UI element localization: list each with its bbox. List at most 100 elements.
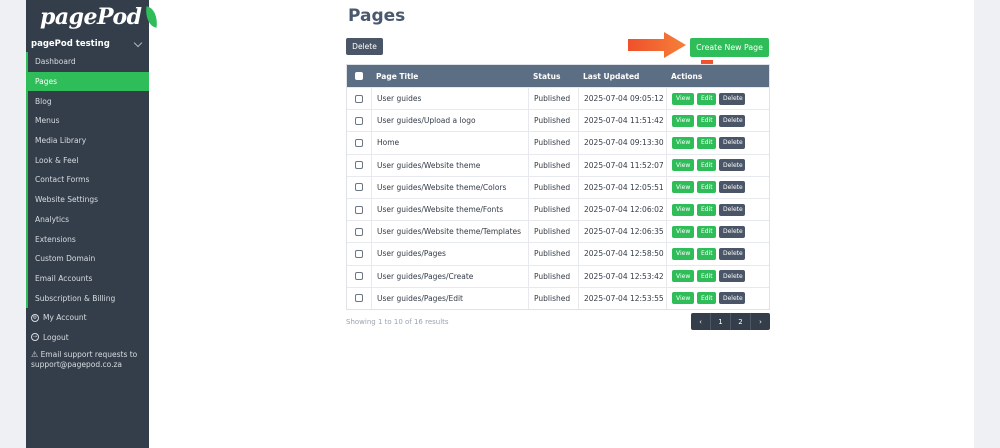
logo[interactable]: pagePod: [40, 2, 159, 32]
status-cell: Published: [528, 198, 578, 221]
delete-button[interactable]: Delete: [719, 92, 745, 105]
table-header: Page Title Status Last Updated Actions: [347, 65, 769, 87]
gear-icon: ⚙: [31, 313, 39, 322]
view-button[interactable]: View: [672, 136, 694, 149]
status-cell: Published: [528, 154, 578, 176]
create-new-page-button[interactable]: Create New Page: [690, 38, 769, 57]
actions-cell: View Edit Delete: [666, 221, 769, 243]
view-button[interactable]: View: [672, 159, 694, 172]
sidebar-item-analytics[interactable]: Analytics: [26, 209, 149, 230]
view-button[interactable]: View: [672, 270, 694, 283]
edit-button[interactable]: Edit: [697, 292, 716, 305]
table-row: User guides/Website theme/Colors Publishe…: [347, 175, 769, 198]
row-checkbox[interactable]: [355, 94, 363, 103]
view-button[interactable]: View: [672, 292, 694, 305]
page-title-cell: User guides: [371, 88, 528, 110]
edit-button[interactable]: Edit: [697, 136, 716, 149]
page-1-button[interactable]: 1: [711, 313, 731, 330]
actions-cell: View Edit Delete: [666, 132, 769, 154]
row-checkbox[interactable]: [355, 138, 363, 147]
delete-button[interactable]: Delete: [719, 270, 745, 283]
row-checkbox[interactable]: [355, 116, 363, 125]
delete-button[interactable]: Delete: [719, 136, 745, 149]
delete-button[interactable]: Delete: [719, 292, 745, 305]
sidebar-item-menus[interactable]: Menus: [26, 111, 149, 131]
page-title-cell: User guides/Upload a logo: [371, 110, 528, 132]
edit-button[interactable]: Edit: [697, 270, 716, 283]
status-cell: Published: [528, 88, 578, 110]
edit-button[interactable]: Edit: [697, 92, 716, 105]
updated-cell: 2025-07-04 12:05:51: [578, 176, 666, 198]
page-title-cell: User guides/Pages/Create: [371, 265, 528, 287]
page-title-cell: User guides/Pages/Edit: [371, 287, 528, 309]
actions-cell: View Edit Delete: [666, 176, 769, 198]
edit-button[interactable]: Edit: [697, 247, 716, 260]
row-checkbox[interactable]: [355, 294, 363, 303]
arrow-right-icon: [628, 32, 686, 58]
delete-button[interactable]: Delete: [719, 203, 745, 216]
delete-button[interactable]: Delete: [719, 247, 745, 260]
actions-cell: View Edit Delete: [666, 154, 769, 176]
view-button[interactable]: View: [672, 225, 694, 238]
view-button[interactable]: View: [672, 247, 694, 260]
updated-cell: 2025-07-04 12:06:35: [578, 221, 666, 243]
sidebar-item-contact-forms[interactable]: Contact Forms: [26, 170, 149, 190]
table-row: User guides Published 2025-07-04 09:05:12 V…: [347, 87, 769, 110]
delete-button[interactable]: Delete: [719, 114, 745, 127]
view-button[interactable]: View: [672, 203, 694, 216]
edit-button[interactable]: Edit: [697, 159, 716, 172]
edit-button[interactable]: Edit: [697, 225, 716, 238]
logout-label: Logout: [43, 332, 69, 342]
actions-cell: View Edit Delete: [666, 243, 769, 265]
next-page-button[interactable]: ›: [751, 313, 770, 330]
edit-button[interactable]: Edit: [697, 181, 716, 194]
status-cell: Published: [528, 287, 578, 309]
view-button[interactable]: View: [672, 181, 694, 194]
delete-button[interactable]: Delete: [719, 159, 745, 172]
bulk-delete-button[interactable]: Delete: [346, 38, 383, 55]
header-actions: Actions: [671, 71, 703, 81]
chevron-down-icon: [133, 38, 143, 47]
sidebar-item-media-library[interactable]: Media Library: [26, 130, 149, 151]
sidebar-item-extensions[interactable]: Extensions: [26, 229, 149, 249]
leaf-icon: [143, 6, 159, 28]
row-checkbox[interactable]: [355, 227, 363, 236]
sidebar-item-email-accounts[interactable]: Email Accounts: [26, 268, 149, 289]
site-selector[interactable]: pagePod testing: [31, 37, 145, 51]
sidebar-item-my-account[interactable]: ⚙ My Account: [26, 308, 149, 328]
edit-button[interactable]: Edit: [697, 114, 716, 127]
edit-button[interactable]: Edit: [697, 203, 716, 216]
row-checkbox[interactable]: [355, 205, 363, 214]
table-row: User guides/Upload a logo Published 2025-0…: [347, 109, 769, 132]
updated-cell: 2025-07-04 11:52:07: [578, 154, 666, 176]
select-all-checkbox[interactable]: [355, 72, 363, 80]
delete-button[interactable]: Delete: [719, 225, 745, 238]
prev-page-button[interactable]: ‹: [691, 313, 711, 330]
sidebar-item-logout[interactable]: → Logout: [26, 328, 149, 348]
page-title-cell: User guides/Website theme/Fonts: [371, 198, 528, 221]
header-status[interactable]: Status: [528, 72, 578, 81]
page-2-button[interactable]: 2: [731, 313, 751, 330]
header-updated[interactable]: Last Updated: [578, 72, 666, 81]
view-button[interactable]: View: [672, 92, 694, 105]
sidebar-item-subscription-billing[interactable]: Subscription & Billing: [26, 288, 149, 308]
row-checkbox[interactable]: [355, 272, 363, 281]
sidebar-item-blog[interactable]: Blog: [26, 91, 149, 112]
row-checkbox[interactable]: [355, 249, 363, 258]
delete-button[interactable]: Delete: [719, 181, 745, 194]
sidebar-item-look-and-feel[interactable]: Look & Feel: [26, 150, 149, 171]
sidebar-nav: Dashboard Pages Blog Menus Media Library…: [26, 52, 149, 370]
page-title-cell: User guides/Website theme/Colors: [371, 176, 528, 198]
page-title: Pages: [348, 6, 406, 26]
my-account-label: My Account: [43, 313, 87, 323]
view-button[interactable]: View: [672, 114, 694, 127]
row-checkbox[interactable]: [355, 183, 363, 192]
actions-cell: View Edit Delete: [666, 265, 769, 287]
pagination: ‹ 1 2 ›: [691, 313, 770, 330]
row-checkbox[interactable]: [355, 161, 363, 170]
sidebar-item-pages[interactable]: Pages: [26, 71, 149, 92]
sidebar-item-dashboard[interactable]: Dashboard: [26, 52, 149, 72]
header-title[interactable]: Page Title: [371, 72, 528, 81]
sidebar-item-custom-domain[interactable]: Custom Domain: [26, 248, 149, 269]
sidebar-item-website-settings[interactable]: Website Settings: [26, 189, 149, 210]
